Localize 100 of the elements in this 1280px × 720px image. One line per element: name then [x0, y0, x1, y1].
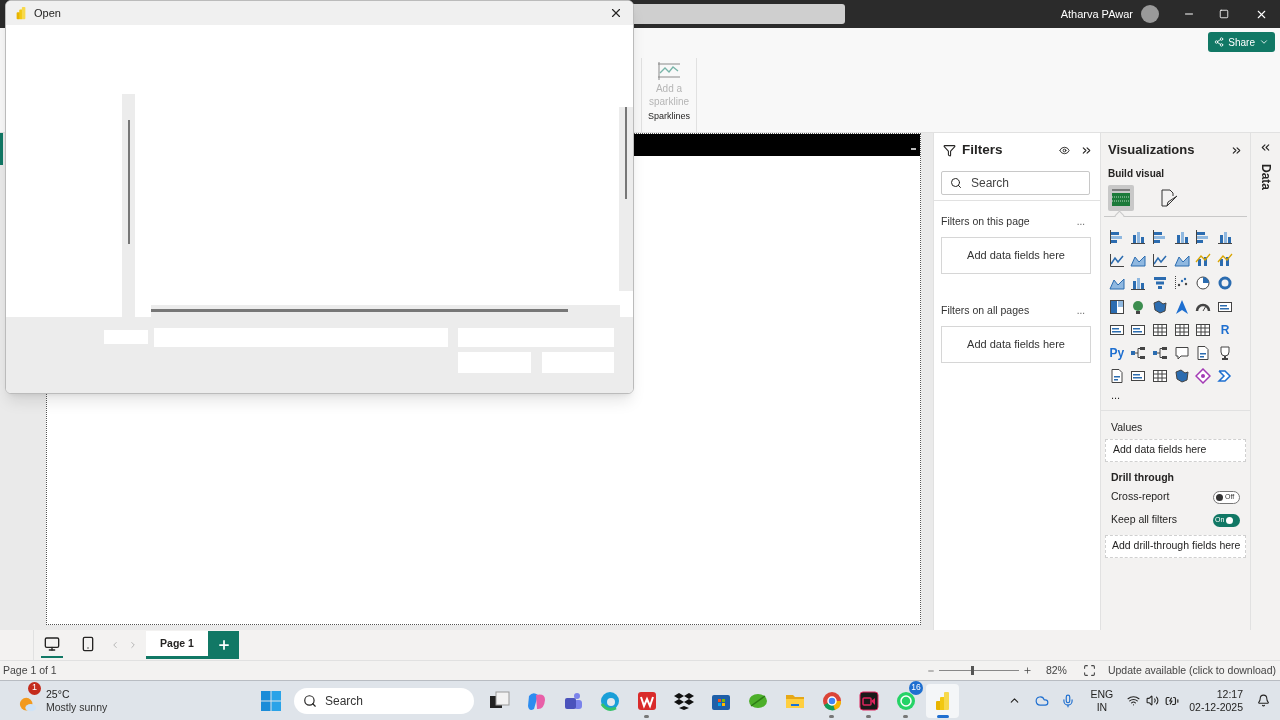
monitor-icon — [44, 636, 60, 652]
share-button[interactable]: Share — [1208, 32, 1275, 52]
drop-zone[interactable]: Add data fields here — [941, 236, 1091, 274]
paintbrush-page-icon — [1159, 188, 1179, 208]
w-logo-icon — [635, 689, 658, 712]
toggle-label: Keep all filters — [1111, 512, 1177, 528]
taskbar-search-field[interactable]: Search — [294, 687, 474, 714]
drop-zone[interactable]: Add data fields here — [1105, 438, 1246, 462]
page-tab[interactable]: Page 1 — [146, 631, 208, 659]
document-icon[interactable] — [1195, 345, 1212, 362]
table-icon[interactable] — [1195, 321, 1212, 338]
notification-badge: 1 — [28, 681, 41, 695]
treemap-icon[interactable] — [1108, 298, 1125, 315]
section-title: Build visual — [1107, 167, 1166, 181]
microphone-icon[interactable] — [1060, 693, 1075, 708]
clock-date[interactable]: 02-12-2025 — [1189, 700, 1243, 714]
table-mode-tab[interactable] — [1108, 185, 1134, 211]
column-chart-icon[interactable] — [1130, 275, 1147, 292]
data-pane-tab[interactable]: Data — [1256, 164, 1275, 190]
document-icon[interactable] — [1108, 368, 1125, 385]
avatar-icon[interactable] — [1141, 5, 1159, 23]
more-visuals[interactable]: ... — [1101, 389, 1250, 402]
filter-icon — [943, 143, 956, 157]
weather-text: Mostly sunny — [46, 700, 108, 714]
search-field[interactable]: Search — [941, 171, 1090, 195]
active-view-marker — [0, 133, 3, 165]
wifi-icon[interactable] — [1127, 694, 1141, 707]
pie-chart-icon[interactable] — [1195, 275, 1212, 292]
group-label: Sparklines — [648, 110, 690, 123]
scatter-chart-icon[interactable] — [1173, 275, 1190, 292]
zoom-in-icon[interactable] — [1022, 666, 1032, 675]
update-link[interactable]: Update available (click to download) — [1107, 662, 1276, 679]
toggle-label: Cross-report — [1111, 489, 1170, 505]
pane-title: Filters — [962, 140, 1004, 159]
combo-chart-icon[interactable] — [1195, 251, 1212, 268]
clock-time[interactable]: 12:17 — [1216, 687, 1243, 701]
chevron-icon[interactable] — [1217, 368, 1234, 385]
phone-icon — [80, 636, 96, 652]
table-icon — [1111, 188, 1131, 208]
taskbar-app[interactable]: 16 — [889, 683, 922, 718]
hierarchy-icon[interactable] — [1152, 345, 1169, 362]
map-icon[interactable] — [1152, 298, 1169, 315]
temperature: 25°C — [46, 687, 71, 701]
combo-chart-icon[interactable] — [1217, 251, 1234, 268]
table-icon[interactable] — [1152, 321, 1169, 338]
funnel-icon[interactable] — [1152, 275, 1169, 292]
more-options[interactable]: ... — [1076, 303, 1085, 319]
plus-icon — [216, 638, 231, 652]
volume-icon[interactable] — [1146, 694, 1160, 707]
language-code[interactable]: ENG — [1090, 687, 1114, 701]
section-title: Filters on this page — [941, 214, 1030, 229]
arrow-icon[interactable] — [1173, 298, 1190, 315]
speech-bubble-icon[interactable] — [1173, 345, 1190, 362]
map-icon[interactable] — [1173, 368, 1190, 385]
section-title: Values — [1110, 420, 1144, 436]
drop-zone[interactable]: Add data fields here — [941, 325, 1091, 363]
bar-chart-logo-icon — [14, 6, 28, 20]
page-count: Page 1 of 1 — [3, 662, 58, 678]
running-indicator — [936, 714, 949, 718]
eye-icon[interactable] — [1059, 144, 1070, 156]
donut-chart-icon[interactable] — [1217, 275, 1234, 292]
visual-type-label[interactable]: Py — [1109, 344, 1125, 363]
sparkline-icon — [656, 60, 682, 82]
running-indicator — [829, 714, 834, 718]
bell-icon[interactable] — [1257, 694, 1270, 707]
scrollbar-thumb[interactable] — [151, 309, 568, 312]
windows-icon[interactable] — [261, 690, 281, 711]
line-chart-icon[interactable] — [1108, 251, 1125, 268]
browser-swirl-icon — [598, 689, 621, 712]
table-icon[interactable] — [1173, 321, 1190, 338]
pane-title: Visualizations — [1108, 141, 1196, 160]
running-indicator — [903, 714, 908, 718]
fit-page-icon[interactable] — [1082, 664, 1096, 677]
bar-chart-icon[interactable] — [1108, 228, 1125, 245]
caret-icon — [1259, 37, 1269, 47]
maximize-icon[interactable] — [1219, 9, 1229, 19]
close-icon[interactable] — [609, 6, 623, 20]
video-camera-icon — [857, 689, 880, 712]
line-chart-icon[interactable] — [1152, 251, 1169, 268]
add-page-button[interactable] — [208, 631, 239, 659]
user-name: Atharva PAwar — [1060, 6, 1133, 22]
diamond-icon[interactable] — [1195, 368, 1212, 385]
zoom-thumb[interactable] — [970, 666, 974, 675]
running-indicator — [644, 714, 649, 718]
notification-badge: 16 — [909, 680, 923, 695]
search-icon — [950, 177, 962, 189]
scrollbar-thumb[interactable] — [625, 107, 627, 199]
table-icon[interactable] — [1152, 368, 1169, 385]
search-icon — [303, 693, 317, 708]
hierarchy-icon[interactable] — [1130, 345, 1147, 362]
zoom-slider[interactable] — [938, 665, 1019, 676]
scrollbar-thumb[interactable] — [127, 120, 130, 244]
running-indicator — [866, 714, 871, 718]
visual-type-label[interactable]: R — [1220, 320, 1230, 339]
region-code[interactable]: IN — [1096, 700, 1108, 714]
more-options[interactable]: ... — [1076, 214, 1085, 230]
expand-icon[interactable] — [1259, 141, 1272, 154]
share-icon — [1214, 37, 1225, 47]
cloud-icon[interactable] — [1034, 693, 1049, 708]
drop-zone[interactable]: Add drill-through fields here — [1105, 534, 1246, 558]
